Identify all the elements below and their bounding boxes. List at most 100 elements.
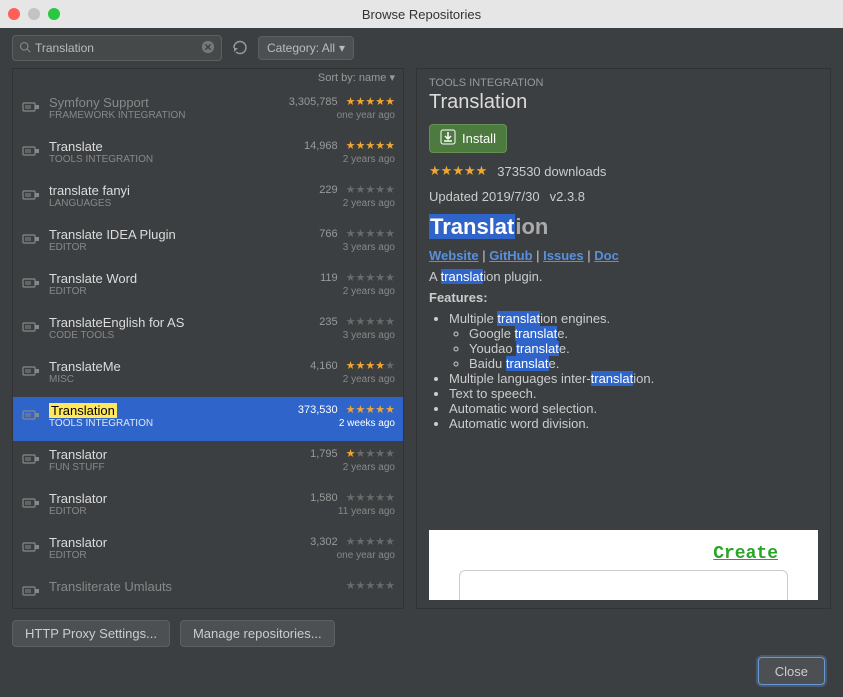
- plugin-item[interactable]: translate fanyiLANGUAGES229★★★★★2 years …: [13, 177, 403, 221]
- feature-item: Automatic word division.: [449, 416, 818, 431]
- plugin-category: EDITOR: [49, 286, 287, 297]
- clear-icon[interactable]: [201, 40, 215, 57]
- plugin-name: Symfony Support: [49, 95, 149, 110]
- plugin-count: 3,302: [310, 536, 338, 548]
- plugin-category: TOOLS INTEGRATION: [49, 418, 287, 429]
- plugin-item[interactable]: TranslateTOOLS INTEGRATION14,968★★★★★2 y…: [13, 133, 403, 177]
- plugin-age: 2 years ago: [343, 154, 395, 165]
- feature-item: Automatic word selection.: [449, 401, 818, 416]
- plugin-stars: ★★★★★: [346, 183, 395, 196]
- plugin-list-panel: Sort by: name ▾ Symfony SupportFRAMEWORK…: [12, 68, 404, 609]
- plugin-count: 235: [319, 316, 337, 328]
- plugin-stars: ★★★★★: [346, 535, 395, 548]
- bottom-bar: HTTP Proxy Settings... Manage repositori…: [0, 609, 843, 657]
- sort-bar[interactable]: Sort by: name ▾: [13, 69, 403, 89]
- category-dropdown-label: Category: All: [267, 41, 335, 55]
- close-bar: Close: [0, 657, 843, 697]
- updated-date: Updated 2019/7/30: [429, 189, 540, 204]
- category-dropdown[interactable]: Category: All ▾: [258, 36, 354, 60]
- doc-link[interactable]: Doc: [594, 248, 619, 263]
- search-box[interactable]: [12, 35, 222, 61]
- plugin-count: 3,305,785: [289, 96, 338, 108]
- plugin-category: MISC: [49, 374, 287, 385]
- feature-subitem: Google translate.: [469, 326, 818, 341]
- meta-line: ★★★★★ 373530 downloads: [429, 163, 818, 179]
- titlebar: Browse Repositories: [0, 0, 843, 28]
- feature-item: Text to speech.: [449, 386, 818, 401]
- install-button[interactable]: Install: [429, 124, 507, 153]
- plugin-item[interactable]: Translate IDEA PluginEDITOR 766 ★★★★★ 3 yea…: [13, 221, 403, 265]
- plugin-item[interactable]: TranslatorFUN STUFF 1,795 ★★★★★ 2 years ago: [13, 441, 403, 485]
- plugin-stars: ★★★★★: [346, 359, 395, 372]
- plugin-stars: ★★★★★: [346, 403, 395, 416]
- plugin-count: 373,530: [298, 404, 338, 416]
- website-link[interactable]: Website: [429, 248, 479, 263]
- feature-subitem: Baidu translate.: [469, 356, 818, 371]
- plugin-item[interactable]: TranslatorEDITOR1,580★★★★★11 years ago: [13, 485, 403, 529]
- toolbar: Category: All ▾: [0, 28, 843, 68]
- plugin-age: 3 years ago: [343, 242, 395, 253]
- plugin-count: 1,795: [310, 448, 338, 460]
- plugin-age: 2 years ago: [343, 374, 395, 385]
- plugin-list: Symfony SupportFRAMEWORK INTEGRATION3,30…: [13, 89, 403, 608]
- refresh-button[interactable]: [230, 38, 250, 58]
- plugin-category: TOOLS INTEGRATION: [49, 154, 287, 165]
- plugin-category: CODE TOOLS: [49, 330, 287, 341]
- plugin-count: 4,160: [310, 360, 338, 372]
- features-list: Multiple translation engines. Google tra…: [449, 311, 818, 431]
- plugin-stars: ★★★★★: [346, 447, 395, 460]
- plugin-age: 2 years ago: [343, 286, 395, 297]
- description-heading: Translation: [429, 214, 818, 240]
- plugin-icon: [21, 581, 41, 601]
- preview-callout: [459, 570, 788, 600]
- plugin-item[interactable]: Translate WordEDITOR119★★★★★2 years ago: [13, 265, 403, 309]
- chevron-down-icon: ▾: [339, 41, 345, 55]
- plugin-name: Translation: [49, 403, 117, 418]
- plugin-name: TranslateEnglish for AS: [49, 315, 184, 330]
- plugin-item[interactable]: TranslateEnglish for ASCODE TOOLS 235 ★★★★…: [13, 309, 403, 353]
- links-row: Website | GitHub | Issues | Doc: [429, 248, 818, 263]
- plugin-name: Translate IDEA Plugin: [49, 227, 176, 242]
- plugin-icon: [21, 361, 41, 381]
- plugin-icon: [21, 537, 41, 557]
- plugin-age: one year ago: [337, 550, 395, 561]
- feature-item: Multiple languages inter-translation.: [449, 371, 818, 386]
- plugin-item[interactable]: TranslateMeMISC4,160★★★★★2 years ago: [13, 353, 403, 397]
- proxy-settings-button[interactable]: HTTP Proxy Settings...: [12, 620, 170, 647]
- preview-word: Create: [713, 544, 778, 564]
- plugin-name: Translate: [49, 139, 103, 154]
- issues-link[interactable]: Issues: [543, 248, 583, 263]
- plugin-age: 2 weeks ago: [339, 418, 395, 429]
- github-link[interactable]: GitHub: [489, 248, 532, 263]
- plugin-item[interactable]: TranslatorEDITOR3,302★★★★★one year ago: [13, 529, 403, 573]
- plugin-item[interactable]: Symfony SupportFRAMEWORK INTEGRATION3,30…: [13, 89, 403, 133]
- plugin-count: 766: [319, 228, 337, 240]
- search-icon: [19, 41, 31, 56]
- search-input[interactable]: [35, 41, 197, 55]
- plugin-name: Transliterate Umlauts: [49, 579, 172, 594]
- close-button[interactable]: Close: [758, 657, 825, 685]
- detail-category: TOOLS INTEGRATION: [429, 77, 818, 89]
- plugin-name: Translator: [49, 447, 107, 462]
- plugin-icon: [21, 229, 41, 249]
- plugin-icon: [21, 317, 41, 337]
- plugin-stars: ★★★★★: [346, 491, 395, 504]
- content: Sort by: name ▾ Symfony SupportFRAMEWORK…: [0, 68, 843, 609]
- plugin-stars: ★★★★★: [346, 271, 395, 284]
- downloads-count: 373530 downloads: [497, 164, 606, 179]
- plugin-stars: ★★★★★: [346, 227, 395, 240]
- plugin-age: 2 years ago: [343, 462, 395, 473]
- plugin-category: FUN STUFF: [49, 462, 287, 473]
- plugin-category: EDITOR: [49, 242, 287, 253]
- plugin-icon: [21, 97, 41, 117]
- plugin-icon: [21, 405, 41, 425]
- manage-repositories-button[interactable]: Manage repositories...: [180, 620, 335, 647]
- rating-stars: ★★★★★: [429, 163, 487, 179]
- plugin-stars: ★★★★★: [346, 315, 395, 328]
- plugin-item[interactable]: Transliterate Umlauts ★★★★★: [13, 573, 403, 608]
- plugin-item[interactable]: TranslationTOOLS INTEGRATION 373,530 ★★★★★…: [13, 397, 403, 441]
- plugin-stars: ★★★★★: [346, 579, 395, 592]
- feature-subitem: Youdao translate.: [469, 341, 818, 356]
- plugin-count: 1,580: [310, 492, 338, 504]
- plugin-age: 2 years ago: [343, 198, 395, 209]
